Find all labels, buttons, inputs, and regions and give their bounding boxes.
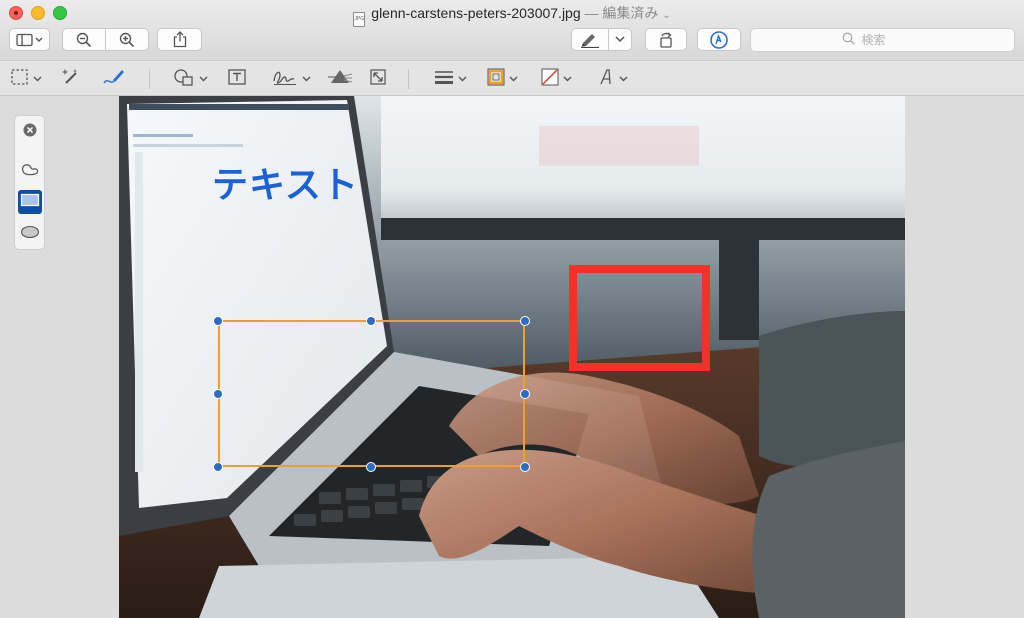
title-bar: JPG glenn-carstens-peters-203007.jpg — 編集… <box>0 0 1024 60</box>
resize-handle-top-left[interactable] <box>213 316 223 326</box>
zoom-out-icon <box>76 32 92 48</box>
resize-handle-top-right[interactable] <box>520 316 530 326</box>
highlight-button[interactable] <box>571 28 609 51</box>
text-style-tool[interactable] <box>597 67 628 91</box>
border-color-tool[interactable] <box>487 67 518 91</box>
jpg-file-icon: JPG <box>353 12 366 27</box>
chevron-down-icon <box>458 74 467 84</box>
search-icon <box>842 32 855 48</box>
border-color-swatch-icon <box>487 68 505 91</box>
magic-wand-icon <box>61 68 81 91</box>
selection-tool[interactable] <box>11 67 42 91</box>
shape-palette <box>14 115 45 250</box>
resize-handle-right[interactable] <box>520 389 530 399</box>
sketch-pen-icon <box>102 67 126 92</box>
resize-arrows-icon <box>369 68 387 91</box>
close-palette-button[interactable] <box>18 120 42 144</box>
selected-rectangle-annotation[interactable] <box>218 320 525 467</box>
rotate-icon <box>657 31 675 48</box>
zoom-in-icon <box>119 32 135 48</box>
fill-color-none-icon <box>541 68 559 91</box>
shapes-icon <box>173 68 195 91</box>
chevron-down-icon <box>563 74 572 84</box>
rectangular-selection-icon <box>11 68 29 90</box>
rectangle-shape-icon <box>20 193 40 212</box>
text-tool[interactable] <box>228 67 246 91</box>
oval-shape-icon <box>20 225 40 244</box>
adjust-color-tool[interactable] <box>327 67 353 91</box>
shapes-tool[interactable] <box>173 67 208 91</box>
title-menu-chevron-icon[interactable]: ⌄ <box>662 10 670 21</box>
zoom-out-button[interactable] <box>62 28 106 51</box>
share-button[interactable] <box>157 28 202 51</box>
instant-alpha-tool[interactable] <box>61 67 81 91</box>
red-rectangle-annotation[interactable] <box>569 265 710 371</box>
window-title: JPG glenn-carstens-peters-203007.jpg — 編集… <box>0 3 1024 27</box>
text-annotation[interactable]: テキスト <box>212 156 359 208</box>
palette-oval[interactable] <box>18 222 42 246</box>
chevron-down-icon <box>199 74 208 84</box>
sketch-tool[interactable] <box>102 67 126 91</box>
markup-toolbar-button[interactable] <box>697 28 741 51</box>
markup-icon <box>709 30 729 50</box>
resize-handle-bottom-left[interactable] <box>213 462 223 472</box>
highlight-options-button[interactable] <box>608 28 632 51</box>
resize-handle-bottom[interactable] <box>366 462 376 472</box>
chevron-down-icon <box>33 74 42 84</box>
markup-toolbar <box>0 60 1024 96</box>
rotate-button[interactable] <box>645 28 687 51</box>
share-icon <box>173 31 187 48</box>
resize-handle-bottom-right[interactable] <box>520 462 530 472</box>
fill-color-tool[interactable] <box>541 67 572 91</box>
text-style-icon <box>597 68 615 91</box>
prism-icon <box>327 68 353 91</box>
toolbar-divider <box>149 69 150 89</box>
chevron-down-icon <box>619 74 628 84</box>
chevron-down-icon <box>615 36 625 43</box>
highlighter-pen-icon <box>580 32 600 48</box>
line-weight-icon <box>434 69 454 90</box>
resize-handle-left[interactable] <box>213 389 223 399</box>
shape-style-tool[interactable] <box>434 67 467 91</box>
palette-rectangle[interactable] <box>18 190 42 214</box>
sign-tool[interactable] <box>272 67 311 91</box>
palette-freeform-shape[interactable] <box>18 159 42 183</box>
chevron-down-icon <box>509 74 518 84</box>
search-field[interactable] <box>750 28 1015 52</box>
adjust-size-tool[interactable] <box>369 67 387 91</box>
zoom-in-button[interactable] <box>105 28 149 51</box>
file-name[interactable]: glenn-carstens-peters-203007.jpg <box>371 5 580 21</box>
search-input[interactable] <box>859 32 924 48</box>
close-icon <box>23 123 37 142</box>
chevron-down-icon <box>302 74 311 84</box>
edited-status: — 編集済み <box>584 5 659 21</box>
signature-icon <box>272 68 298 91</box>
sidebar-toggle-button[interactable] <box>9 28 50 51</box>
text-box-icon <box>228 68 246 90</box>
sidebar-icon <box>15 33 44 47</box>
toolbar-divider <box>408 69 409 89</box>
freeform-shape-icon <box>20 161 40 182</box>
resize-handle-top[interactable] <box>366 316 376 326</box>
